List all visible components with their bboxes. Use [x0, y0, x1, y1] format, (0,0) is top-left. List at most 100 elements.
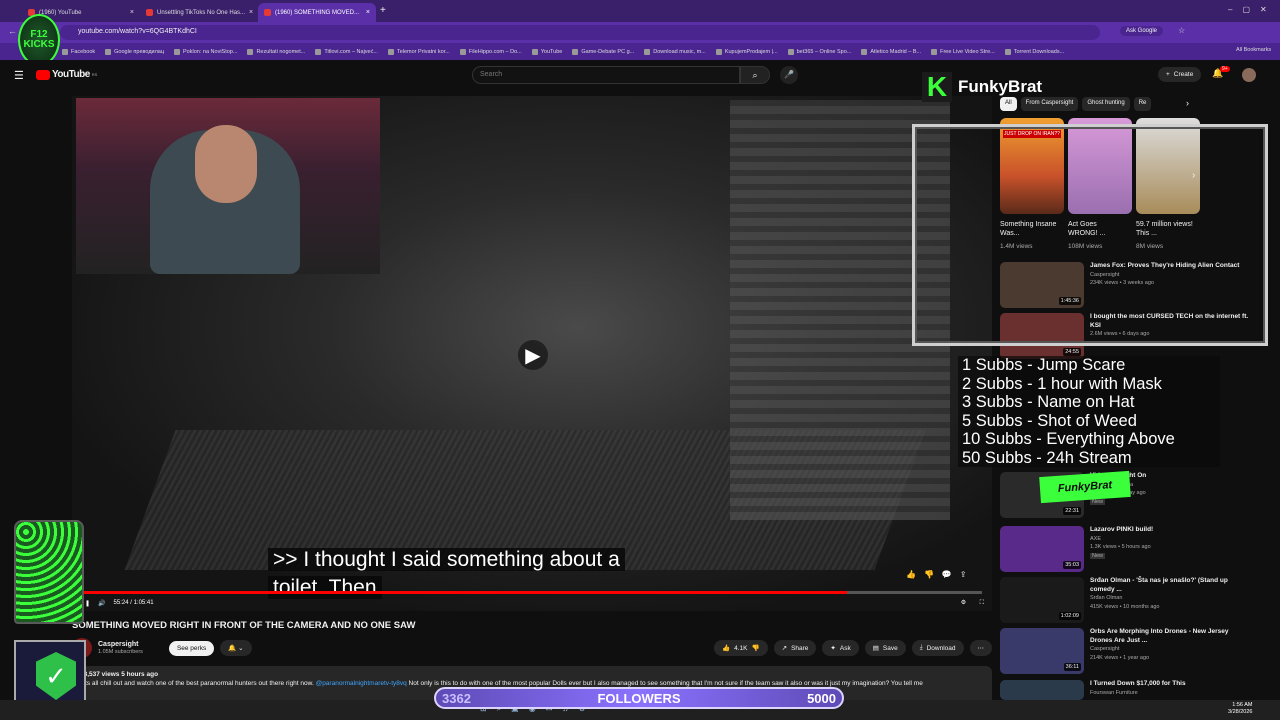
bookmark-item[interactable]: Titlovi.com – Najveć... [315, 48, 378, 55]
bookmark-label: bet365 – Online Spo... [796, 48, 852, 55]
video-thumbnail[interactable]: 36:11 [1000, 628, 1084, 674]
window-controls[interactable]: –▢✕ [1228, 5, 1277, 14]
notification-count: 9+ [1220, 66, 1230, 72]
filter-chips: All From Caspersight Ghost hunting Re [1000, 97, 1190, 111]
chip-all[interactable]: All [1000, 97, 1017, 111]
all-bookmarks[interactable]: All Bookmarks [1236, 47, 1271, 53]
bookmark-item[interactable]: bet365 – Online Spo... [787, 48, 852, 55]
download-button[interactable]: ⤓ Download [911, 640, 964, 656]
list-item[interactable]: I Turned Down $17,000 for This Fourswan F… [1000, 680, 1270, 700]
like-button[interactable]: 👍 4.1K 👎 [714, 640, 768, 656]
list-item[interactable]: 36:11 Orbs Are Morphing Into Drones - Ne… [1000, 628, 1270, 674]
more-icon[interactable]: ⋯ [969, 640, 992, 656]
bookmark-item[interactable]: FileHippo.com – Do... [459, 48, 522, 55]
video-thumbnail[interactable]: 35:03 [1000, 526, 1084, 572]
overlay-action-icons[interactable]: 👍👎💬⇪ [906, 570, 975, 579]
bookmark-item[interactable]: Facebook [62, 48, 95, 55]
bookmark-favicon-icon [1004, 48, 1011, 55]
ask-label: Ask [839, 644, 851, 652]
new-badge: New [1090, 552, 1106, 559]
video-title: SOMETHING MOVED RIGHT IN FRONT OF THE CA… [72, 620, 416, 631]
new-tab-button[interactable]: + [380, 5, 386, 16]
channel-name[interactable]: Caspersight [98, 641, 143, 648]
brand-name: FunkyBrat [958, 77, 1043, 96]
brand-k-icon: K [922, 71, 952, 102]
bookmark-label: Titlovi.com – Najveć... [324, 48, 378, 55]
like-count: 4.1K [734, 644, 748, 652]
desc-text: lets all chill out and watch one of the … [80, 680, 314, 687]
sub-goal: 5 Subbs - Shot of Weed [962, 411, 1137, 430]
bookmark-item[interactable]: Google преводилац [105, 48, 164, 55]
search-icon[interactable]: ⌕ [740, 66, 770, 84]
save-label: Save [882, 644, 898, 652]
bookmark-favicon-icon [315, 48, 322, 55]
close-icon[interactable]: × [130, 9, 134, 16]
bookmark-item[interactable]: Free Live Video Stre... [931, 48, 995, 55]
bookmark-favicon-icon [459, 48, 466, 55]
youtube-logo[interactable]: YouTube RS [36, 69, 97, 80]
chip[interactable]: From Caspersight [1020, 97, 1079, 111]
rec-channel[interactable]: Fourswan Furniture [1090, 689, 1250, 698]
followers-label: FOLLOWERS [597, 690, 681, 706]
close-icon[interactable]: × [366, 9, 370, 16]
play-icon[interactable]: ▶ [518, 340, 548, 370]
bookmark-item[interactable]: Download music, m... [644, 48, 706, 55]
sub-goal: 3 Subbs - Name on Hat [962, 393, 1135, 411]
duration: 35:03 [1063, 561, 1081, 569]
bookmark-favicon-icon [531, 48, 538, 55]
rec-meta: 1.3K views • 5 hours ago [1090, 544, 1151, 550]
bookmark-label: FileHippo.com – Do... [468, 48, 522, 55]
duration: 36:11 [1063, 663, 1081, 671]
bookmark-label: YouTube [540, 48, 563, 55]
rec-title[interactable]: Orbs Are Morphing Into Drones - New Jers… [1090, 628, 1250, 645]
ask-google-button[interactable]: Ask Google [1120, 26, 1164, 36]
bookmark-item[interactable]: Rezultati nogomet... [247, 48, 305, 55]
chevron-right-icon[interactable]: › [1186, 98, 1189, 108]
bookmark-item[interactable]: YouTube [531, 48, 563, 55]
create-button[interactable]: + Create [1158, 67, 1202, 82]
bookmark-item[interactable]: Torrent Downloads... [1004, 48, 1064, 55]
list-item[interactable]: 1:02:09 Srđan Olman - 'Šta nas je snašlo… [1000, 577, 1270, 623]
rec-title[interactable]: Srđan Olman - 'Šta nas je snašlo?' (Stan… [1090, 577, 1250, 594]
video-thumbnail[interactable]: 1:02:09 [1000, 577, 1084, 623]
address-bar[interactable]: youtube.com/watch?v=6QG4BTKdhCI [60, 25, 1100, 40]
rec-channel[interactable]: Srđan Olman [1090, 594, 1250, 603]
ask-button[interactable]: ✦ Ask [822, 640, 859, 656]
time-display: 55:24 / 1:05:41 [113, 600, 154, 606]
mic-icon[interactable]: 🎤 [780, 66, 798, 84]
rec-title[interactable]: Lazarov PINKI build! [1090, 526, 1250, 535]
see-perks-button[interactable]: See perks [168, 640, 215, 656]
share-button[interactable]: ↗ Share [773, 640, 817, 656]
followers-goal: 5000 [807, 690, 836, 706]
chip[interactable]: Ghost hunting [1082, 97, 1130, 111]
rec-channel[interactable]: Caspersight [1090, 645, 1250, 654]
menu-icon[interactable]: ☰ [14, 69, 24, 82]
settings-icon[interactable]: ⚙ ⛶ [961, 599, 990, 607]
browser-tab-active[interactable]: (1960) SOMETHING MOVED... × [258, 3, 376, 22]
bookmark-item[interactable]: Game-Debate PC g... [572, 48, 634, 55]
avatar[interactable] [1242, 68, 1256, 82]
rec-title[interactable]: I Turned Down $17,000 for This [1090, 680, 1250, 689]
chip[interactable]: Re [1133, 97, 1152, 111]
search-input[interactable]: Search [472, 66, 740, 84]
volume-icon[interactable]: 🔊 [98, 600, 105, 607]
rec-channel[interactable]: AXE [1090, 535, 1250, 544]
notification-bell-button[interactable]: 🔔 ⌄ [220, 640, 252, 656]
save-button[interactable]: ▤ Save [864, 640, 906, 656]
bookmark-star-icon[interactable]: ☆ [1178, 26, 1185, 35]
desc-link[interactable]: @paranormalnightmaretv-ty8vq [316, 680, 407, 687]
bookmark-item[interactable]: Telemor Privatni kor... [387, 48, 450, 55]
bookmark-favicon-icon [644, 48, 651, 55]
bookmark-item[interactable]: KupujemProdajem |... [715, 48, 778, 55]
bookmark-item[interactable]: Poklon: na NoviStop... [174, 48, 237, 55]
close-icon[interactable]: × [249, 9, 253, 16]
bookmark-favicon-icon [387, 48, 394, 55]
list-item[interactable]: 35:03 Lazarov PINKI build! AXE 1.3K views … [1000, 526, 1270, 572]
bookmark-favicon-icon [174, 48, 181, 55]
video-thumbnail[interactable] [1000, 680, 1084, 700]
followers-goal-bar: 3362 FOLLOWERS 5000 [434, 687, 844, 709]
browser-tab[interactable]: Unsettling TikToks No One Has... × [140, 3, 258, 22]
bookmark-item[interactable]: Atletico Madrid – B... [861, 48, 921, 55]
video-progress-bar[interactable] [82, 591, 982, 594]
thumbs-down-icon[interactable]: 👎 [752, 644, 760, 652]
